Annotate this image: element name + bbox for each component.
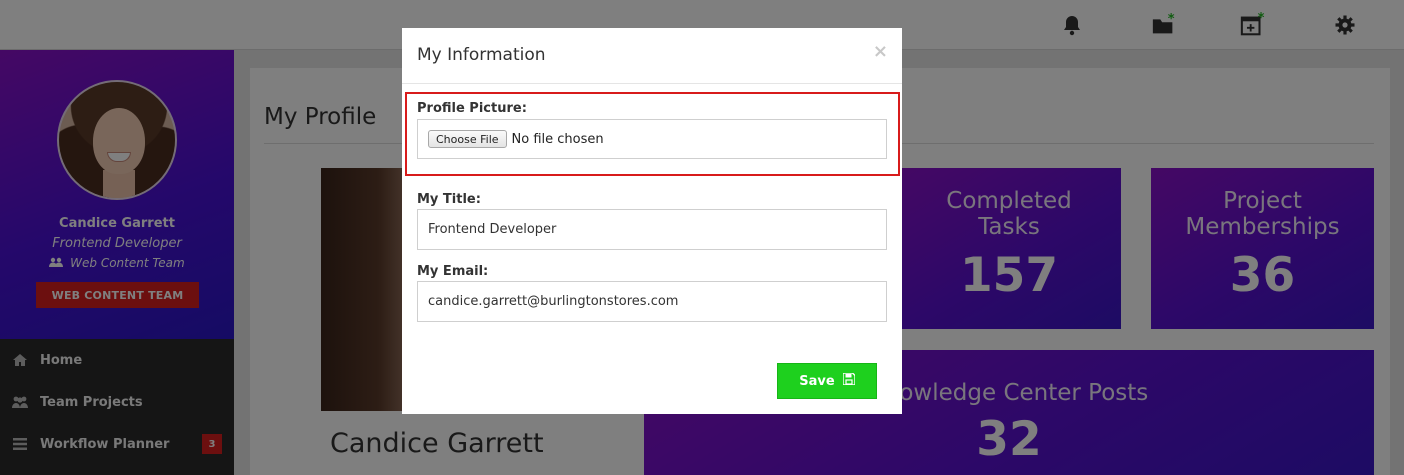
- choose-file-button[interactable]: Choose File: [428, 130, 507, 148]
- title-label: My Title:: [417, 192, 481, 207]
- email-label: My Email:: [417, 264, 489, 279]
- save-button-label: Save: [799, 373, 835, 389]
- profile-picture-label: Profile Picture:: [417, 101, 527, 116]
- floppy-disk-icon: [842, 372, 856, 389]
- email-field[interactable]: [417, 281, 887, 322]
- file-status-text: No file chosen: [511, 131, 604, 147]
- my-information-modal: My Information × Profile Picture: Choose…: [402, 28, 902, 414]
- modal-header: My Information ×: [402, 28, 902, 84]
- close-icon[interactable]: ×: [873, 41, 888, 62]
- title-field[interactable]: [417, 209, 887, 250]
- modal-title: My Information: [417, 45, 546, 65]
- profile-picture-file-input[interactable]: Choose File No file chosen: [417, 119, 887, 159]
- save-button[interactable]: Save: [777, 363, 877, 399]
